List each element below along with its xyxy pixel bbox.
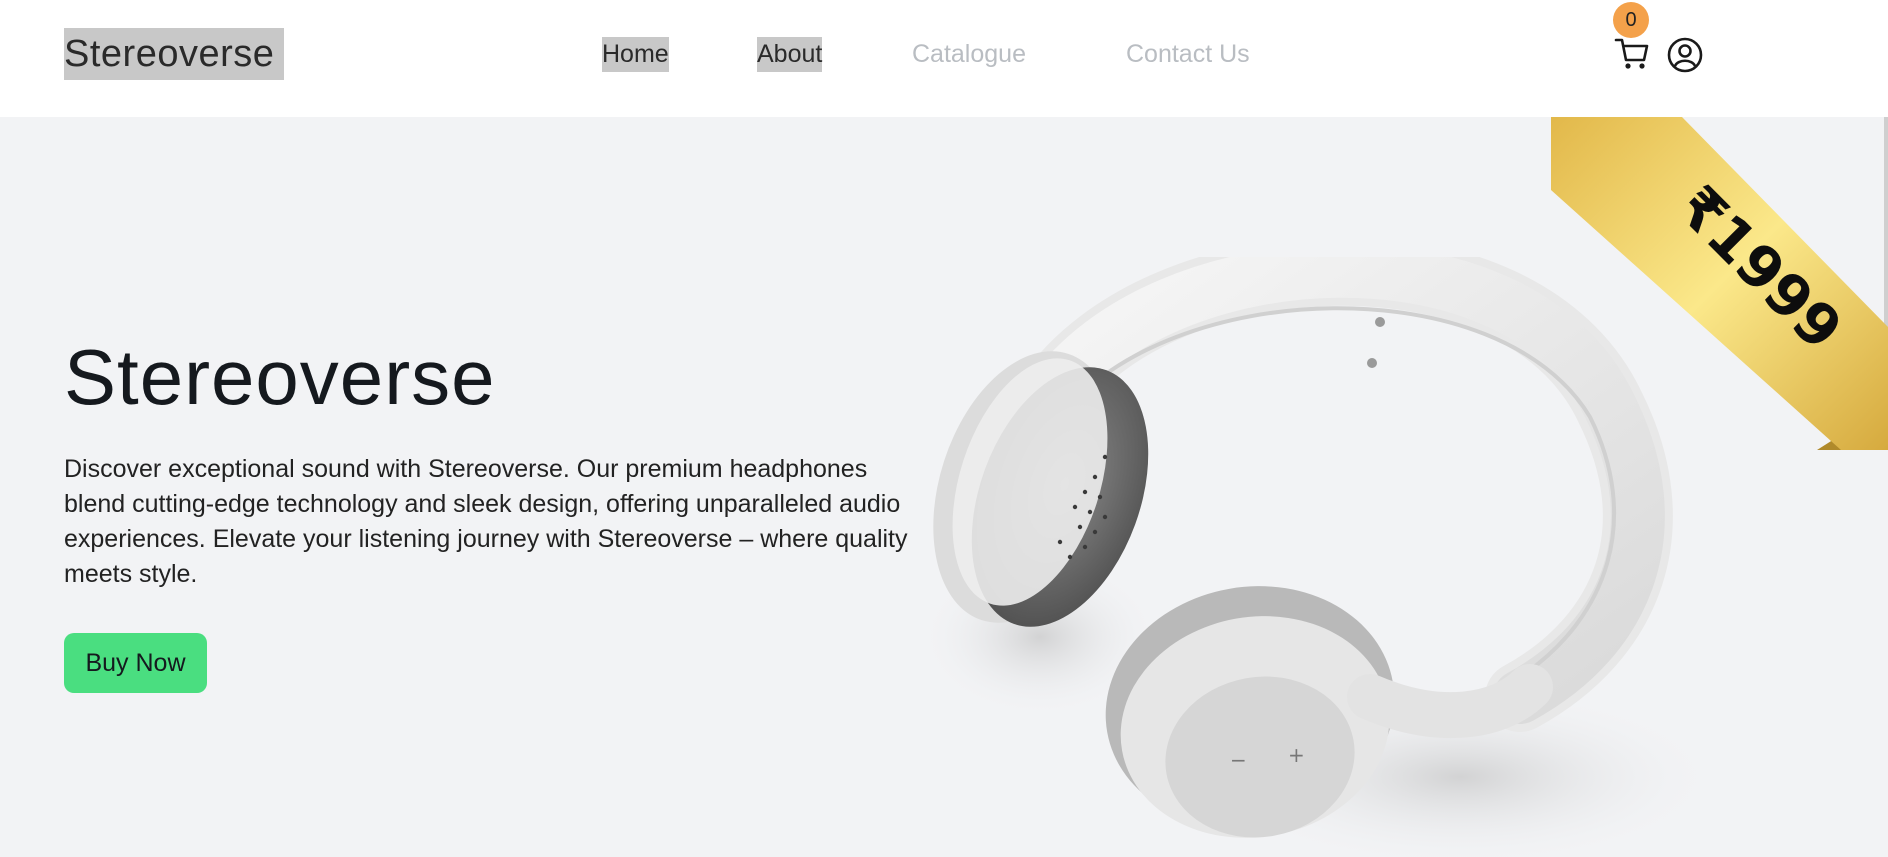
hero-title: Stereoverse	[64, 333, 496, 421]
svg-text:+: +	[1288, 743, 1305, 767]
price-ribbon: ₹1999	[1551, 117, 1888, 450]
buy-now-button[interactable]: Buy Now	[64, 633, 207, 693]
cart-count-badge: 0	[1613, 2, 1649, 38]
cart-icon[interactable]	[1614, 36, 1650, 72]
nav-home[interactable]: Home	[602, 37, 669, 72]
site-logo[interactable]: Stereoverse	[64, 28, 285, 80]
nav-catalogue[interactable]: Catalogue	[912, 37, 1026, 72]
hero-description: Discover exceptional sound with Stereove…	[64, 455, 908, 588]
svg-text:−: −	[1230, 748, 1247, 772]
site-header: Stereoverse Home About Catalogue Contact…	[0, 0, 1888, 117]
nav-contact-us[interactable]: Contact Us	[1126, 37, 1250, 72]
user-circle-icon[interactable]	[1666, 36, 1704, 74]
nav-about[interactable]: About	[757, 37, 823, 72]
